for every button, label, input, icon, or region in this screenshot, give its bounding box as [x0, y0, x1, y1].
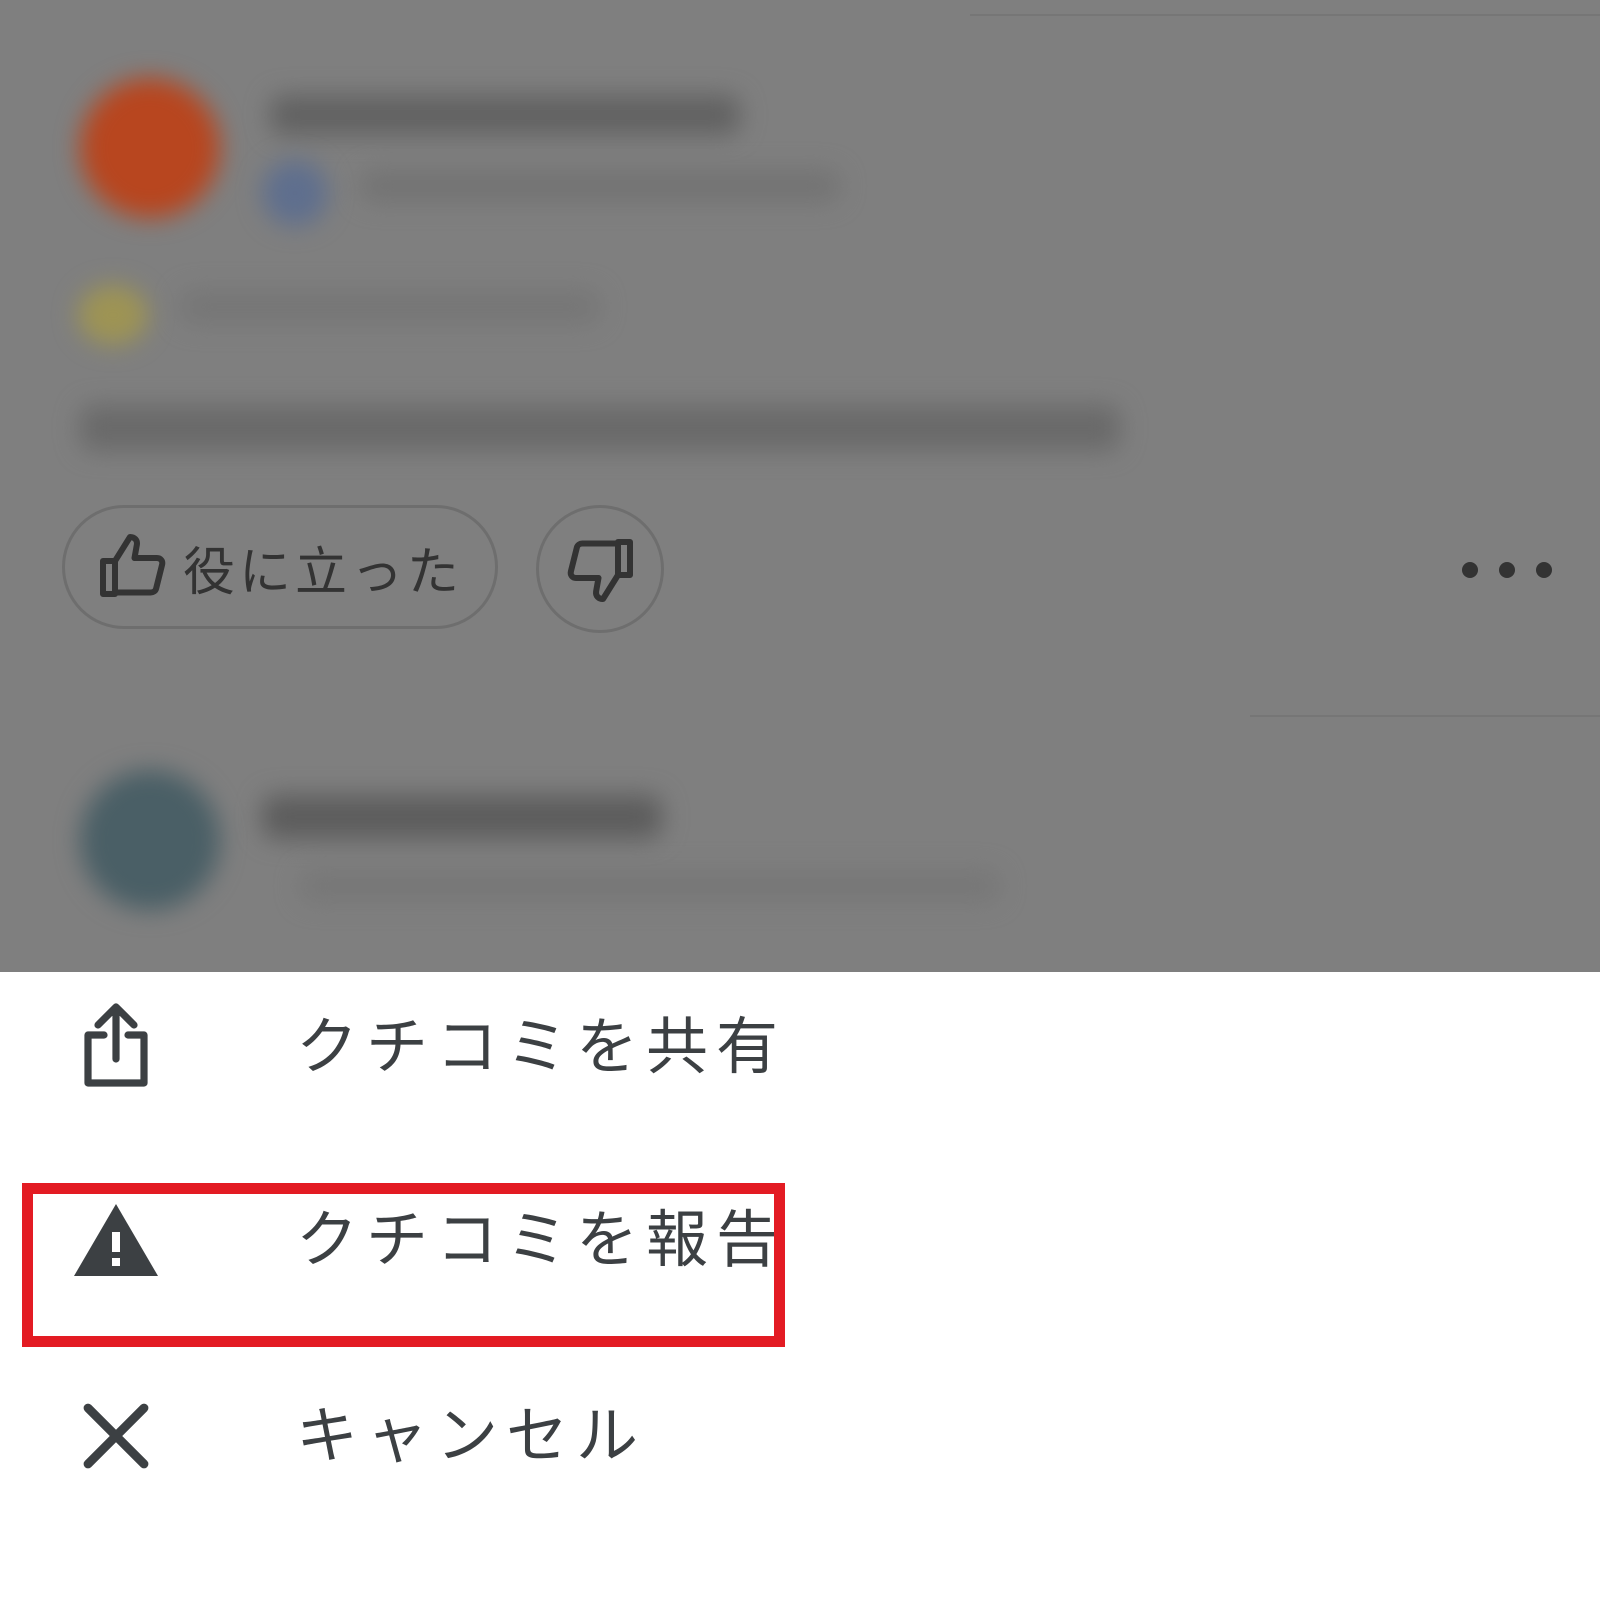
review-text-blurred — [80, 405, 1120, 451]
review-date-blurred — [180, 290, 600, 324]
reviewer-avatar — [80, 770, 220, 910]
share-icon — [84, 1003, 148, 1087]
reviewer-meta-blurred — [360, 170, 840, 202]
more-dot — [1536, 562, 1552, 578]
more-dot — [1499, 562, 1515, 578]
options-sheet: クチコミを共有 クチコミを報告 キャンセル — [0, 972, 1600, 1607]
warning-icon — [74, 1204, 158, 1276]
share-review-item[interactable]: クチコミを共有 — [0, 972, 1600, 1122]
divider — [1250, 715, 1600, 717]
cancel-item[interactable]: キャンセル — [0, 1361, 1600, 1511]
report-review-label: クチコミを報告 — [296, 1203, 787, 1276]
close-icon — [83, 1403, 149, 1469]
divider — [970, 14, 1600, 16]
share-review-label: クチコミを共有 — [296, 1010, 787, 1083]
more-dot — [1462, 562, 1478, 578]
thumbs-up-icon — [100, 534, 166, 597]
reviewer-badge-blurred — [262, 160, 328, 226]
cancel-label: キャンセル — [296, 1399, 647, 1472]
reviewer-meta-blurred — [300, 870, 1000, 902]
more-options-button[interactable] — [1462, 545, 1552, 595]
reviewer-avatar — [80, 78, 220, 218]
thumbs-down-icon — [567, 539, 633, 602]
helpful-label: 役に立った — [183, 542, 464, 603]
report-review-item[interactable]: クチコミを報告 — [0, 1165, 1600, 1315]
reviewer-name-blurred — [270, 95, 740, 135]
not-helpful-button[interactable] — [536, 505, 664, 633]
reviewer-name-blurred — [262, 795, 662, 839]
dimmed-review-list: 役に立った — [0, 0, 1600, 972]
rating-stars-blurred — [78, 285, 148, 345]
helpful-button[interactable]: 役に立った — [62, 505, 498, 629]
